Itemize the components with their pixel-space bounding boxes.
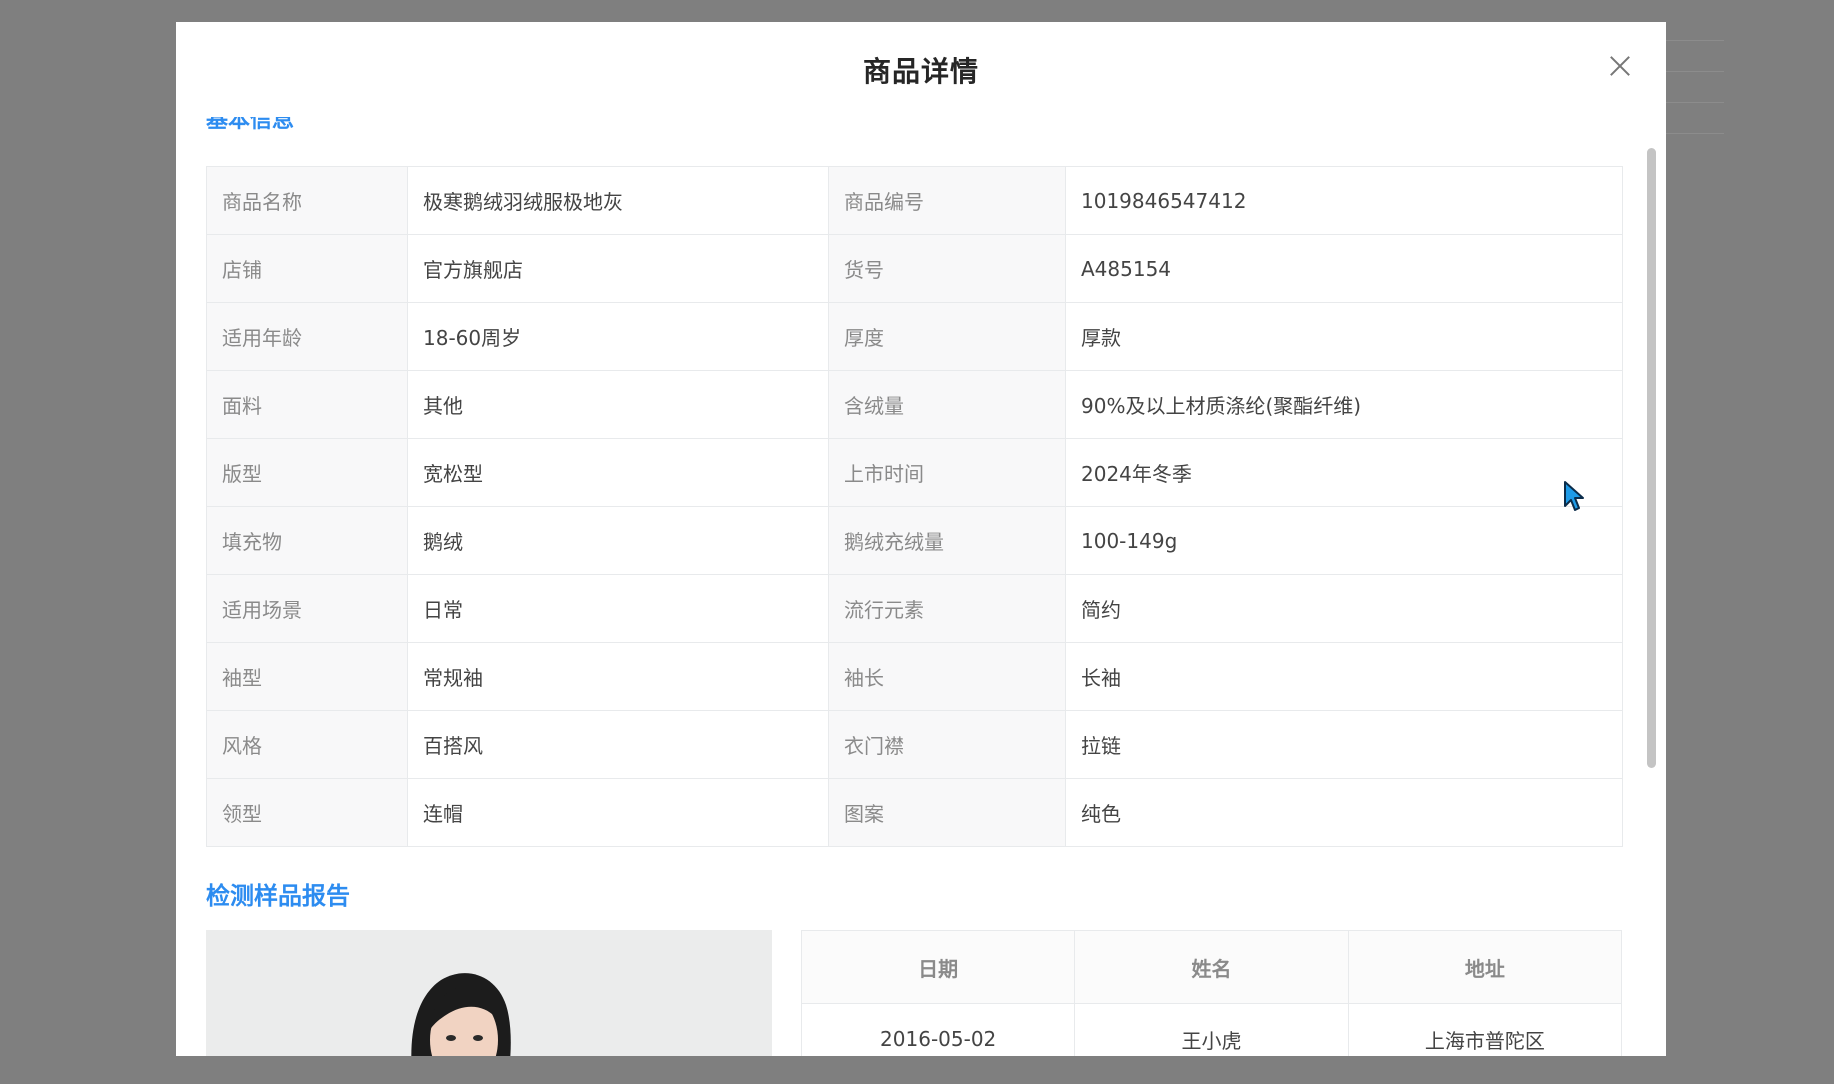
info-label: 面料: [206, 370, 408, 439]
info-row: 风格 百搭风 衣门襟 拉链: [206, 710, 1623, 779]
info-row: 商品名称 极寒鹅绒羽绒服极地灰 商品编号 1019846547412: [206, 166, 1623, 235]
info-value: 常规袖: [407, 642, 829, 711]
close-icon[interactable]: [1610, 56, 1630, 76]
info-row: 面料 其他 含绒量 90%及以上材质涤纶(聚酯纤维): [206, 370, 1623, 439]
info-label: 鹅绒充绒量: [828, 506, 1066, 575]
info-value: 纯色: [1065, 778, 1623, 847]
info-row: 袖型 常规袖 袖长 长袖: [206, 642, 1623, 711]
info-label: 领型: [206, 778, 408, 847]
info-value: 拉链: [1065, 710, 1623, 779]
info-value: 18-60周岁: [407, 302, 829, 371]
info-label: 袖型: [206, 642, 408, 711]
info-value: 鹅绒: [407, 506, 829, 575]
info-label: 袖长: [828, 642, 1066, 711]
info-value: 2024年冬季: [1065, 438, 1623, 507]
info-label: 含绒量: [828, 370, 1066, 439]
info-value: 1019846547412: [1065, 166, 1623, 235]
report-table: 日期 姓名 地址 2016-05-02 王小虎 上海市普陀区: [800, 930, 1623, 1056]
section-title-basic: 基本信息: [206, 117, 295, 133]
modal-body[interactable]: 基本信息 商品名称 极寒鹅绒羽绒服极地灰 商品编号 1019846547412 店铺 官方…: [176, 102, 1666, 1056]
info-value: A485154: [1065, 234, 1623, 303]
info-label: 商品编号: [828, 166, 1066, 235]
info-value: 100-149g: [1065, 506, 1623, 575]
info-row: 领型 连帽 图案 纯色: [206, 778, 1623, 847]
report-header-cell: 姓名: [1074, 930, 1349, 1004]
info-value: 厚款: [1065, 302, 1623, 371]
report-cell: 上海市普陀区: [1347, 1003, 1623, 1056]
info-value: 其他: [407, 370, 829, 439]
sample-photo: [206, 930, 772, 1056]
info-label: 风格: [206, 710, 408, 779]
info-label: 货号: [828, 234, 1066, 303]
info-value: 90%及以上材质涤纶(聚酯纤维): [1065, 370, 1623, 439]
info-row: 适用场景 日常 流行元素 简约: [206, 574, 1623, 643]
background-page-lines: [1664, 40, 1724, 170]
info-label: 适用年龄: [206, 302, 408, 371]
info-label: 店铺: [206, 234, 408, 303]
info-value: 百搭风: [407, 710, 829, 779]
report-cell: 王小虎: [1074, 1003, 1349, 1056]
info-value: 宽松型: [407, 438, 829, 507]
info-label: 图案: [828, 778, 1066, 847]
product-info-table: 商品名称 极寒鹅绒羽绒服极地灰 商品编号 1019846547412 店铺 官方旗舰店 货号…: [206, 166, 1623, 847]
info-value: 极寒鹅绒羽绒服极地灰: [407, 166, 829, 235]
report-header-cell: 日期: [800, 930, 1076, 1004]
product-detail-modal: 商品详情 基本信息 商品名称 极寒鹅绒羽绒服极地灰 商品编号 101984654741…: [176, 22, 1666, 1056]
info-label: 商品名称: [206, 166, 408, 235]
info-row: 版型 宽松型 上市时间 2024年冬季: [206, 438, 1623, 507]
scrollbar-thumb[interactable]: [1647, 148, 1656, 768]
info-label: 厚度: [828, 302, 1066, 371]
info-value: 连帽: [407, 778, 829, 847]
info-label: 版型: [206, 438, 408, 507]
report-row: 2016-05-02 王小虎 上海市普陀区: [800, 1003, 1623, 1056]
info-row: 填充物 鹅绒 鹅绒充绒量 100-149g: [206, 506, 1623, 575]
info-label: 适用场景: [206, 574, 408, 643]
report-header-cell: 地址: [1347, 930, 1623, 1004]
section-title-report: 检测样品报告: [206, 882, 350, 910]
info-value: 长袖: [1065, 642, 1623, 711]
info-label: 衣门襟: [828, 710, 1066, 779]
modal-title: 商品详情: [862, 55, 979, 88]
info-label: 流行元素: [828, 574, 1066, 643]
info-label: 上市时间: [828, 438, 1066, 507]
info-row: 适用年龄 18-60周岁 厚度 厚款: [206, 302, 1623, 371]
model-portrait: [411, 973, 511, 1056]
info-value: 官方旗舰店: [407, 234, 829, 303]
info-value: 简约: [1065, 574, 1623, 643]
info-row: 店铺 官方旗舰店 货号 A485154: [206, 234, 1623, 303]
modal-scrollbar[interactable]: [1647, 148, 1656, 768]
info-value: 日常: [407, 574, 829, 643]
report-cell: 2016-05-02: [800, 1003, 1076, 1056]
info-label: 填充物: [206, 506, 408, 575]
mouse-pointer-icon: [1564, 481, 1584, 511]
